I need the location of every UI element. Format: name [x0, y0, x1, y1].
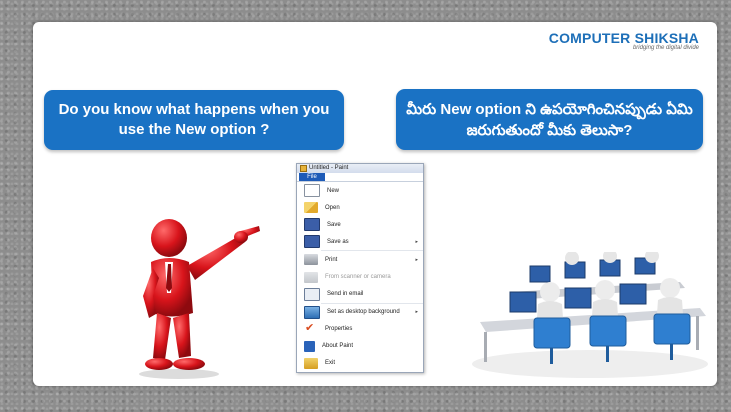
menu-item-open[interactable]: Open: [297, 199, 423, 216]
red-pointing-figure-icon: [139, 219, 260, 379]
menu-item-label: Save: [327, 221, 341, 228]
menu-item-label: Properties: [325, 326, 353, 333]
submenu-arrow-icon: ▸: [415, 238, 418, 245]
desktop-icon: [304, 305, 320, 319]
printer-icon: [304, 254, 318, 266]
english-question-bubble: Do you know what happens when you use th…: [44, 90, 344, 150]
logo-name-part1: COMPUTER: [548, 30, 631, 46]
submenu-arrow-icon: ▸: [415, 256, 418, 263]
students-computer-lab-illustration-icon: [472, 252, 708, 378]
menu-item-exit[interactable]: Exit: [297, 355, 423, 372]
menu-item-label: Print: [325, 256, 338, 263]
menu-item-label: New: [327, 187, 340, 194]
paint-app-icon: [300, 165, 307, 172]
menu-item-label: About Paint: [322, 343, 354, 350]
logo-name-part2: SHIKSHA: [630, 30, 699, 46]
paint-window-titlebar: Untitled - Paint: [297, 164, 423, 173]
paint-window-title: Untitled - Paint: [309, 165, 349, 171]
open-folder-icon: [304, 202, 318, 214]
menu-item-label: Send in email: [327, 291, 364, 298]
email-icon: [304, 287, 320, 301]
submenu-arrow-icon: ▸: [415, 309, 418, 316]
menu-item-send-email[interactable]: Send in email: [297, 286, 423, 303]
computer-shiksha-logo: COMPUTER SHIKSHA bridging the digital di…: [549, 30, 699, 51]
paint-file-menu: Untitled - Paint File New Open Save Save…: [296, 163, 424, 373]
menu-item-save-as[interactable]: Save as ▸: [297, 233, 423, 250]
menu-item-print[interactable]: Print ▸: [297, 251, 423, 268]
telugu-question-text: మీరు New option ని ఉపయోగించినప్పుడు ఏమి …: [406, 100, 693, 139]
menu-item-from-scanner: From scanner or camera: [297, 268, 423, 285]
menu-item-desktop-background[interactable]: Set as desktop background ▸: [297, 304, 423, 321]
english-question-text: Do you know what happens when you use th…: [58, 101, 330, 138]
save-disk-icon: [304, 218, 320, 232]
menu-item-new[interactable]: New: [297, 182, 423, 199]
slide: COMPUTER SHIKSHA bridging the digital di…: [33, 22, 717, 386]
menu-item-label: From scanner or camera: [325, 274, 391, 281]
menu-item-label: Exit: [325, 360, 336, 367]
new-document-icon: [304, 184, 320, 198]
menu-item-label: Save as: [327, 238, 349, 245]
info-icon: [304, 340, 315, 352]
properties-check-icon: [304, 321, 318, 335]
telugu-question-bubble: మీరు New option ని ఉపయోగించినప్పుడు ఏమి …: [396, 89, 703, 150]
menu-item-save[interactable]: Save: [297, 216, 423, 233]
file-tab[interactable]: File: [299, 173, 325, 181]
menu-item-about-paint[interactable]: About Paint: [297, 338, 423, 355]
menu-item-label: Open: [325, 204, 340, 211]
menu-item-properties[interactable]: Properties: [297, 321, 423, 338]
scanner-icon: [304, 271, 318, 283]
file-menu-items: New Open Save Save as ▸ Print ▸ From sca…: [297, 181, 423, 372]
menu-item-label: Set as desktop background: [327, 309, 400, 316]
exit-icon: [304, 357, 318, 369]
save-as-icon: [304, 235, 320, 249]
